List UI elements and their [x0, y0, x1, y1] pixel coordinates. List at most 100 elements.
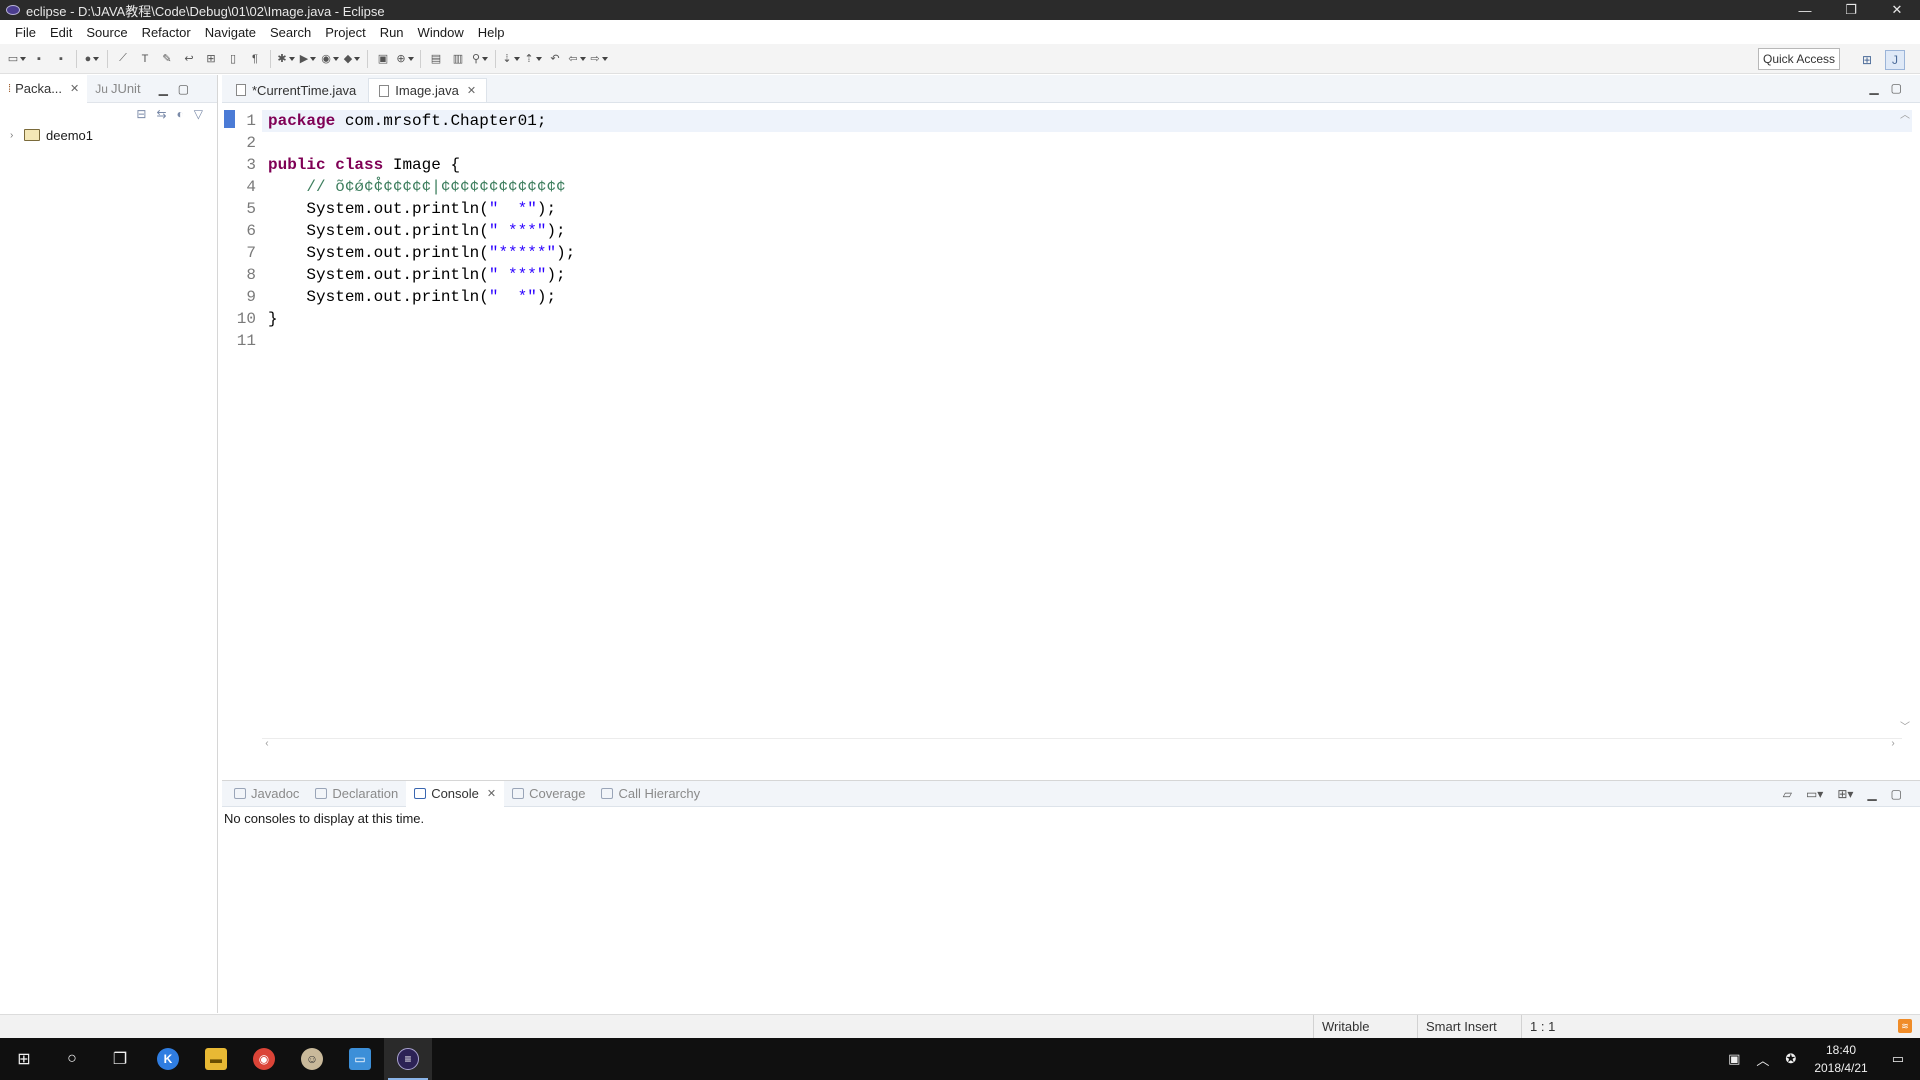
clock[interactable]: 18:40 2018/4/21: [1814, 1041, 1867, 1077]
restore-button[interactable]: ❐: [1828, 0, 1874, 20]
tab-currenttime-java[interactable]: *CurrentTime.java: [226, 78, 366, 102]
debug-icon[interactable]: ✱: [277, 50, 295, 68]
menu-help[interactable]: Help: [471, 23, 512, 42]
cortana-icon[interactable]: ○: [48, 1038, 96, 1080]
tab-coverage[interactable]: Coverage: [504, 781, 593, 807]
next-annotation-icon[interactable]: ⇣: [502, 50, 520, 68]
menu-file[interactable]: File: [8, 23, 43, 42]
chevron-down-icon[interactable]: ﹀: [1900, 718, 1910, 734]
open-perspective-icon[interactable]: ⊞: [1857, 50, 1877, 70]
tab-junit[interactable]: Ju JUnit: [87, 75, 148, 103]
left-panel-tabs: ⁞ Packa... ✕ Ju JUnit ▁ ▢: [0, 74, 217, 103]
taskbar-chrome[interactable]: ◉: [240, 1038, 288, 1080]
run-icon[interactable]: ▶: [299, 50, 317, 68]
close-icon[interactable]: ✕: [467, 84, 476, 97]
taskbar-app-window[interactable]: ▭: [336, 1038, 384, 1080]
new-icon[interactable]: ▭: [8, 50, 26, 68]
save-icon[interactable]: ▪: [30, 50, 48, 68]
code-line-3: public class Image {: [268, 154, 460, 176]
pin-console-icon[interactable]: ▱: [1783, 787, 1792, 801]
minimize-button[interactable]: —: [1782, 0, 1828, 20]
tab-console[interactable]: Console ✕: [406, 780, 505, 807]
chevron-right-icon[interactable]: ›: [10, 130, 24, 141]
chevron-left-icon[interactable]: ‹: [264, 739, 270, 750]
previous-annotation-icon[interactable]: ⇡: [524, 50, 542, 68]
open-type-hierarchy-icon[interactable]: ▤: [427, 50, 445, 68]
display-console-icon[interactable]: ▭▾: [1806, 787, 1823, 801]
tab-image-java[interactable]: Image.java ✕: [368, 78, 488, 102]
quick-access-field[interactable]: Quick Access: [1758, 48, 1840, 70]
menu-source[interactable]: Source: [79, 23, 134, 42]
menu-refactor[interactable]: Refactor: [135, 23, 198, 42]
tree-item-deemo1[interactable]: › deemo1: [0, 125, 217, 145]
console-panel: Javadoc Declaration Console ✕ Coverage C…: [222, 780, 1920, 1014]
search-icon[interactable]: ⚲: [471, 50, 489, 68]
maximize-icon[interactable]: ▢: [178, 82, 189, 96]
chevron-up-icon[interactable]: ︿: [1900, 106, 1910, 122]
menu-edit[interactable]: Edit: [43, 23, 79, 42]
mark-occurrences-icon[interactable]: ✎: [158, 50, 176, 68]
new-java-package-icon[interactable]: ▣: [374, 50, 392, 68]
taskbar-file-explorer[interactable]: ▬: [192, 1038, 240, 1080]
last-edit-location-icon[interactable]: ↶: [546, 50, 564, 68]
forward-icon[interactable]: ⇨: [590, 50, 608, 68]
open-task-icon[interactable]: ▥: [449, 50, 467, 68]
tab-call-hierarchy[interactable]: Call Hierarchy: [593, 781, 708, 807]
status-insert-mode[interactable]: Smart Insert: [1417, 1015, 1521, 1039]
status-bar: Writable Smart Insert 1 : 1 ≋: [0, 1014, 1920, 1039]
close-icon[interactable]: ✕: [70, 82, 79, 95]
external-tools-icon[interactable]: ◆: [343, 50, 361, 68]
collapse-all-icon[interactable]: ⊟: [136, 107, 146, 121]
qq-icon[interactable]: ✪: [1785, 1051, 1796, 1067]
new-java-class-icon[interactable]: ⊕: [396, 50, 414, 68]
toolbar-separator: [270, 49, 271, 68]
chevron-up-icon[interactable]: ︿: [1756, 1050, 1769, 1069]
minimize-icon[interactable]: ▁: [1869, 81, 1878, 95]
package-explorer-toolbar: ⊟ ⇆ ◐ ▽: [0, 103, 217, 125]
view-menu-icon[interactable]: ▽: [194, 107, 203, 121]
focus-icon[interactable]: ◐: [177, 107, 184, 121]
minimize-icon[interactable]: ▁: [159, 82, 168, 96]
notification-icon[interactable]: ≋: [1898, 1019, 1912, 1033]
menu-search[interactable]: Search: [263, 23, 318, 42]
menu-run[interactable]: Run: [373, 23, 411, 42]
block-selection-icon[interactable]: ⊞: [202, 50, 220, 68]
app-tray-icon[interactable]: ▣: [1728, 1051, 1740, 1067]
close-button[interactable]: ✕: [1874, 0, 1920, 20]
taskbar-eclipse[interactable]: ≡: [384, 1038, 432, 1080]
chevron-right-icon[interactable]: ›: [1890, 739, 1896, 750]
minimize-icon[interactable]: ▁: [1867, 787, 1876, 801]
code-text: System.out.println(: [268, 200, 489, 218]
back-icon[interactable]: ⇦: [568, 50, 586, 68]
code-editor[interactable]: 1 2 3 4 5 6 7 8 9 10 11 package com.mrso…: [222, 104, 1920, 752]
save-all-icon[interactable]: ▪: [52, 50, 70, 68]
skip-breakpoints-icon[interactable]: ⟋: [114, 50, 132, 68]
close-icon[interactable]: ✕: [487, 787, 496, 800]
taskbar-app-avatar[interactable]: ☺: [288, 1038, 336, 1080]
coverage-icon[interactable]: ◉: [321, 50, 339, 68]
menu-project[interactable]: Project: [318, 23, 372, 42]
maximize-icon[interactable]: ▢: [1891, 81, 1902, 95]
start-button[interactable]: ⊞: [0, 1038, 48, 1080]
tab-declaration[interactable]: Declaration: [307, 781, 406, 807]
code-line-5: System.out.println(" *");: [268, 198, 556, 220]
vertical-scrollbar[interactable]: ︿ ﹀: [1898, 104, 1912, 752]
horizontal-scrollbar[interactable]: ‹ ›: [262, 738, 1902, 752]
show-whitespace-icon[interactable]: ▯: [224, 50, 242, 68]
menu-navigate[interactable]: Navigate: [198, 23, 263, 42]
pilcrow-icon[interactable]: ¶: [246, 50, 264, 68]
tab-javadoc[interactable]: Javadoc: [226, 781, 307, 807]
taskbar-app-k[interactable]: K: [144, 1038, 192, 1080]
task-view-icon[interactable]: ❐: [96, 1038, 144, 1080]
link-with-editor-icon[interactable]: ⇆: [156, 107, 166, 121]
java-perspective-icon[interactable]: J: [1885, 50, 1905, 70]
profile-icon[interactable]: ●: [83, 50, 101, 68]
menu-window[interactable]: Window: [411, 23, 471, 42]
line-number: 3: [246, 156, 256, 174]
open-type-icon[interactable]: T: [136, 50, 154, 68]
tab-package-explorer[interactable]: ⁞ Packa... ✕: [0, 74, 88, 103]
notification-center-icon[interactable]: ▭: [1892, 1051, 1904, 1067]
word-wrap-icon[interactable]: ↩: [180, 50, 198, 68]
maximize-icon[interactable]: ▢: [1891, 787, 1902, 801]
open-console-icon[interactable]: ⊞▾: [1837, 787, 1853, 801]
